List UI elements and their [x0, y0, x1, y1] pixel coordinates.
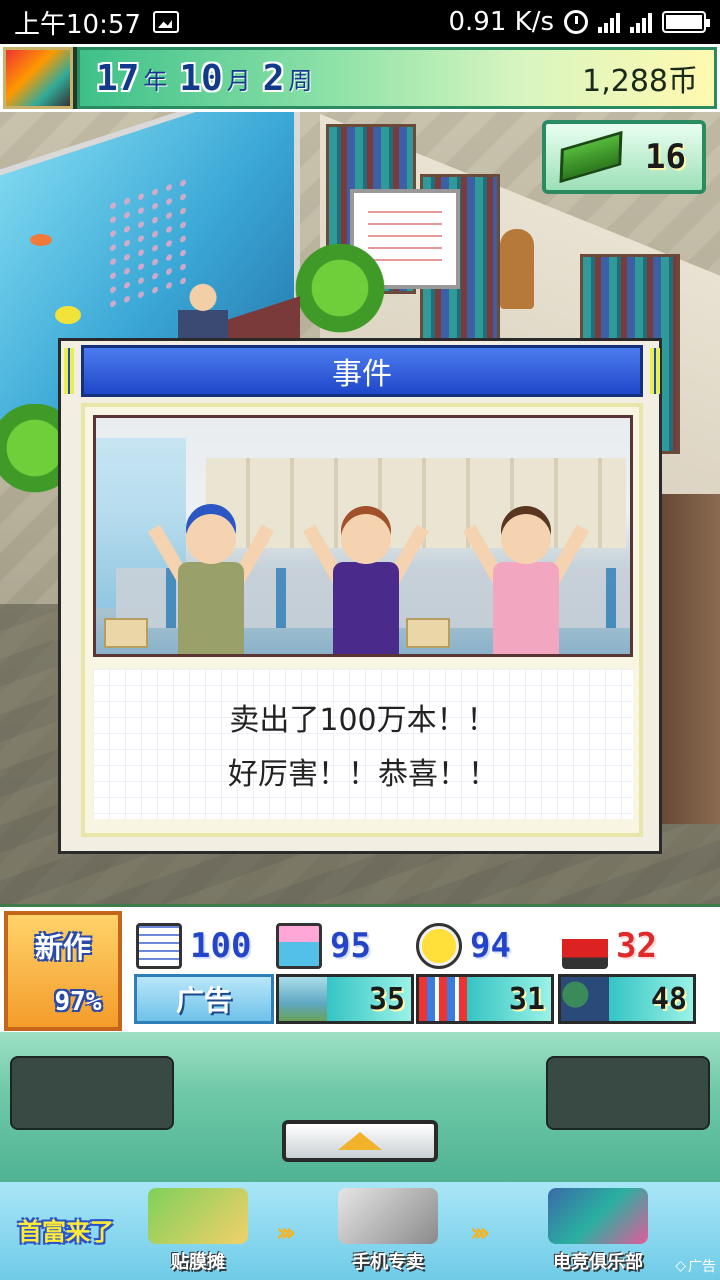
ad-tag[interactable]: ◇ 广告 [675, 1256, 716, 1276]
event-message: 卖出了100万本！！ 好厉害！！恭喜！！ [93, 669, 633, 819]
celebrating-employee [147, 504, 275, 654]
week-unit: 周 [288, 66, 313, 95]
chevron-right-icon: ››› [276, 1218, 296, 1248]
stat-photo: 95 [276, 919, 371, 973]
stat-printer: 32 [562, 919, 657, 973]
date-bar: 17 年 10 月 2 周 1,288币 [77, 47, 717, 109]
alarm-icon [564, 10, 588, 34]
event-illustration [93, 415, 633, 657]
message-line: 好厉害！！恭喜！！ [228, 757, 498, 792]
banner-logo: 首富来了 [18, 1218, 114, 1246]
year-number: 17 [96, 57, 140, 99]
month-number: 10 [179, 57, 223, 99]
coral [106, 175, 186, 312]
up-arrow-icon [338, 1132, 382, 1150]
ad-slot-value: 35 [327, 977, 411, 1021]
stat-smiley: 94 [416, 919, 511, 973]
ad-slot-value: 31 [467, 977, 551, 1021]
year-unit: 年 [143, 66, 168, 95]
stat-value: 32 [616, 926, 657, 966]
celebrating-employee [302, 504, 430, 654]
left-action-button[interactable] [10, 1056, 174, 1130]
message-line: 卖出了100万本！！ [229, 703, 497, 738]
new-product-box[interactable]: 新作 97% [4, 911, 122, 1031]
banner-item-label: 贴膜摊 [171, 1252, 225, 1273]
right-action-button[interactable] [546, 1056, 710, 1130]
signal-3g-icon [598, 11, 620, 33]
money-display: 1,288币 [582, 64, 698, 99]
landscape-icon [279, 977, 327, 1021]
ad-slot[interactable]: 35 [276, 974, 414, 1024]
phone-film-stall-icon [148, 1188, 248, 1244]
ad-button[interactable]: 广告 [134, 974, 274, 1024]
stat-value: 95 [330, 926, 371, 966]
dialog-body: 卖出了100万本！！ 好厉害！！恭喜！！ [81, 403, 643, 837]
company-logo-icon[interactable] [3, 47, 73, 109]
dialog-title: 事件 [64, 345, 660, 397]
expand-menu-button[interactable] [282, 1120, 438, 1162]
stat-value: 94 [470, 926, 511, 966]
banner-item: 电竞俱乐部 [548, 1188, 648, 1274]
stat-value: 100 [190, 926, 252, 966]
people-icon [561, 977, 609, 1021]
chevron-right-icon: ››› [470, 1218, 490, 1248]
fish-icon [30, 234, 52, 246]
printer-icon [562, 923, 608, 969]
new-product-label: 新作 [34, 930, 91, 964]
network-speed: 0.91 K/s [448, 7, 554, 37]
image-notification-icon [152, 11, 179, 33]
signal-4g-icon [630, 11, 652, 33]
cardboard-box [104, 618, 148, 648]
top-hud: 17 年 10 月 2 周 1,288币 [0, 44, 720, 112]
ad-info-icon: ◇ [675, 1258, 686, 1274]
ad-slot-value: 48 [609, 977, 693, 1021]
control-area [0, 1032, 720, 1182]
cash-bundle-icon [559, 130, 623, 184]
new-product-progress: 97% [54, 986, 102, 1017]
event-dialog[interactable]: 事件 卖出了100万本！！ 好厉害！！恭喜！！ [58, 338, 662, 854]
banner-item: 贴膜摊 [148, 1188, 248, 1274]
week-number: 2 [262, 57, 285, 99]
status-bar: 上午10:57 0.91 K/s [0, 0, 720, 44]
status-time: 上午10:57 [14, 9, 141, 40]
building-icon [419, 977, 467, 1021]
ad-slot[interactable]: 48 [558, 974, 696, 1024]
stat-document: 100 [136, 919, 251, 973]
wall-clock [500, 229, 534, 309]
fish-icon [55, 306, 81, 324]
esports-club-icon [548, 1188, 648, 1244]
celebrating-employee [462, 504, 590, 654]
ad-tag-label: 广告 [688, 1259, 716, 1275]
battery-icon [662, 11, 710, 33]
cash-count: 16 [645, 137, 686, 177]
ad-banner[interactable]: 首富来了 贴膜摊 ››› 手机专卖 ››› 电竞俱乐部 ◇ 广告 [0, 1182, 720, 1280]
month-unit: 月 [226, 66, 251, 95]
phone-store-icon [338, 1188, 438, 1244]
ad-slot[interactable]: 31 [416, 974, 554, 1024]
banner-item-label: 手机专卖 [352, 1252, 424, 1273]
photo-icon [276, 923, 322, 969]
document-icon [136, 923, 182, 969]
cash-bundle-button[interactable]: 16 [542, 120, 706, 194]
smiley-icon [416, 923, 462, 969]
banner-item-label: 电竞俱乐部 [553, 1252, 643, 1273]
banner-item: 手机专卖 [338, 1188, 438, 1274]
